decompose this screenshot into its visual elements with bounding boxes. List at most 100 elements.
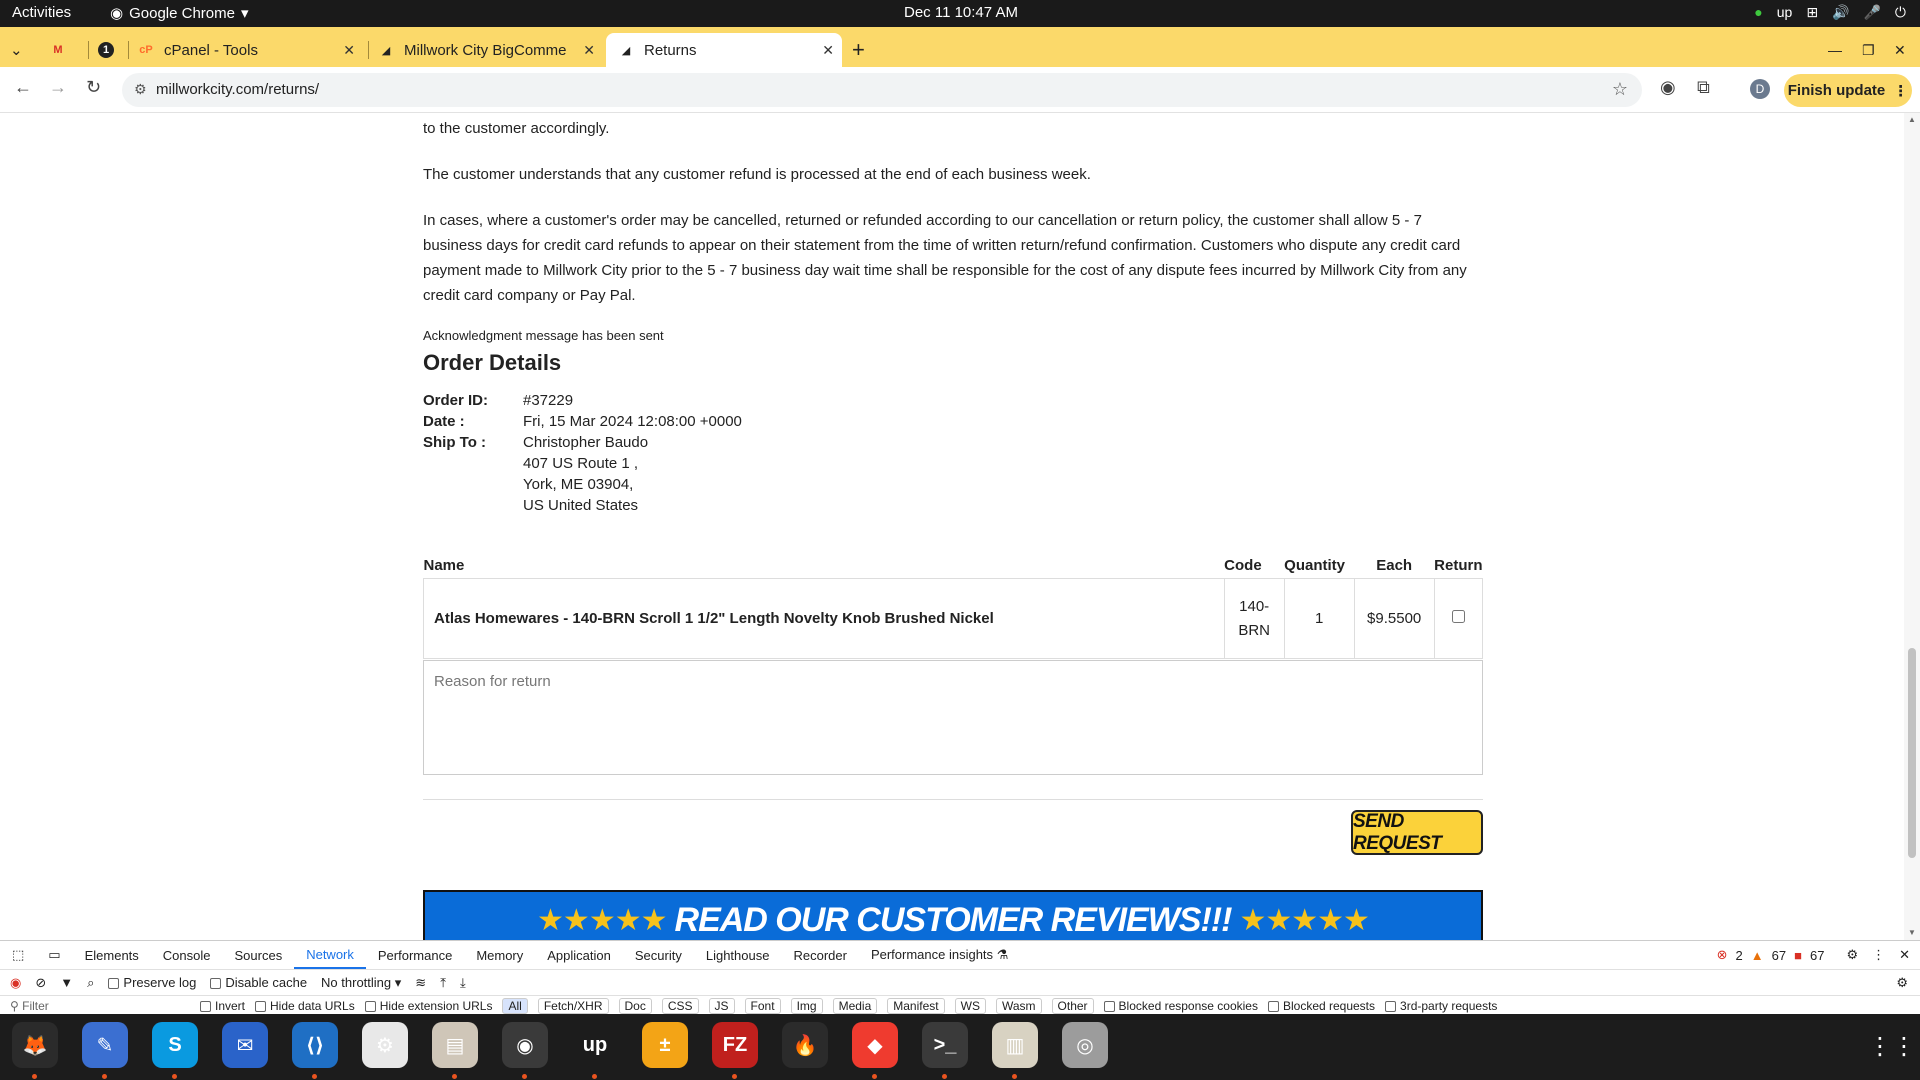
devtools-tab-network[interactable]: Network [294,941,366,969]
devtools-tab-performance[interactable]: Performance [366,941,464,969]
scroll-thumb[interactable] [1908,648,1916,858]
close-icon[interactable]: ✕ [822,42,834,59]
invert-checkbox[interactable]: Invert [200,999,245,1013]
devtools-menu-icon[interactable]: ⋮ [1872,947,1885,963]
devtools-tab-recorder[interactable]: Recorder [781,941,858,969]
inspect-element-icon[interactable]: ⬚ [0,941,36,969]
back-button[interactable]: ← [14,77,32,98]
record-icon[interactable]: ◉ [10,975,21,991]
chip-fetch-xhr[interactable]: Fetch/XHR [537,997,609,1014]
preserve-log-checkbox[interactable]: Preserve log [108,975,196,990]
chip-img[interactable]: Img [790,997,823,1014]
close-icon[interactable]: ✕ [579,41,595,59]
scroll-down-icon[interactable]: ▼ [1908,928,1916,937]
filter-funnel-icon[interactable]: ▼ [60,975,73,990]
devtools-tab-memory[interactable]: Memory [464,941,535,969]
site-info-icon[interactable]: ⚙ [134,81,147,98]
reload-button[interactable]: ↻ [86,77,101,98]
restore-button[interactable]: ❐ [1862,33,1875,67]
skype-icon[interactable]: S [152,1022,198,1068]
profile-avatar[interactable]: D [1750,79,1770,99]
devtools-tab-sources[interactable]: Sources [223,941,295,969]
blocked-requests-checkbox[interactable]: Blocked requests [1267,999,1375,1013]
chip-manifest[interactable]: Manifest [887,997,945,1014]
devtools-status[interactable]: ⊗ 2 ▲ 67 ■ 67 ⚙ ⋮ ✕ [1717,947,1920,963]
clear-icon[interactable]: ⊘ [35,975,46,991]
hide-extension-urls-checkbox[interactable]: Hide extension URLs [364,999,492,1013]
devtools-close-icon[interactable]: ✕ [1899,947,1910,963]
reason-for-return-textarea[interactable]: Reason for return [423,660,1483,775]
upwork-icon[interactable]: up [572,1022,618,1068]
disk-icon[interactable]: ◎ [1062,1022,1108,1068]
third-party-checkbox[interactable]: 3rd-party requests [1385,999,1497,1013]
customer-reviews-banner[interactable]: ★★★★★ READ OUR CUSTOMER REVIEWS!!! ★★★★★ [423,890,1483,940]
network-conditions-icon[interactable]: ≋ [415,975,426,991]
extension-colorful-icon[interactable]: ◉ [1660,77,1676,98]
tab-bigcommerce[interactable]: ◢ Millwork City BigComme ✕ [378,33,603,67]
burner-icon[interactable]: 🔥 [782,1022,828,1068]
devtools-tab-console[interactable]: Console [151,941,223,969]
text-editor-icon[interactable]: ✎ [82,1022,128,1068]
files-icon[interactable]: ▤ [432,1022,478,1068]
terminal-icon[interactable]: >_ [922,1022,968,1068]
blocked-cookies-checkbox[interactable]: Blocked response cookies [1103,999,1258,1013]
calculator-icon[interactable]: ± [642,1022,688,1068]
chrome-icon[interactable]: ◉ [502,1022,548,1068]
tab-search-button[interactable]: ⌄ [10,33,36,67]
vscode-icon[interactable]: ⟨⟩ [292,1022,338,1068]
clock[interactable]: Dec 11 10:47 AM [904,4,1018,21]
thunderbird-icon[interactable]: ✉ [222,1022,268,1068]
running-indicator [872,1074,877,1079]
filter-input[interactable]: ⚲ Filter [10,999,190,1013]
devtools-tab-performance-insights[interactable]: Performance insights ⚗ [859,941,1020,969]
tab-cpanel[interactable]: cP cPanel - Tools ✕ [138,33,363,67]
disable-cache-checkbox[interactable]: Disable cache [210,975,307,990]
devtools-tab-application[interactable]: Application [535,941,623,969]
forward-button[interactable]: → [49,77,67,98]
return-checkbox[interactable] [1451,610,1465,623]
anydesk-icon[interactable]: ◆ [852,1022,898,1068]
chip-doc[interactable]: Doc [618,997,652,1014]
activities-button[interactable]: Activities [12,4,71,21]
show-apps-grid-icon[interactable]: ⋮⋮⋮ [1868,1032,1920,1061]
devtools-tab-lighthouse[interactable]: Lighthouse [694,941,782,969]
close-icon[interactable]: ✕ [343,42,355,59]
hide-data-urls-checkbox[interactable]: Hide data URLs [255,999,355,1013]
send-request-button[interactable]: SEND REQUEST [1351,810,1483,855]
filezilla-icon[interactable]: FZ [712,1022,758,1068]
system-tray[interactable]: ● up ⊞ 🔊 🎤 ⏻ [1754,4,1906,21]
firefox-icon[interactable]: 🦊 [12,1022,58,1068]
chip-other[interactable]: Other [1051,997,1094,1014]
search-icon[interactable]: ⌕ [87,975,94,991]
export-har-icon[interactable]: ⤓ [460,975,466,991]
chip-js[interactable]: JS [708,997,735,1014]
throttling-select[interactable]: No throttling ▾ [321,975,401,991]
bookmark-star-icon[interactable]: ☆ [1612,79,1628,100]
tab-returns[interactable]: ◢ Returns ✕ [606,33,842,67]
close-window-button[interactable]: ✕ [1894,33,1906,67]
scroll-up-icon[interactable]: ▲ [1908,115,1916,124]
chip-all[interactable]: All [502,997,528,1014]
archive-icon[interactable]: ▥ [992,1022,1038,1068]
device-toolbar-icon[interactable]: ▭ [36,941,72,969]
devtools-settings-icon[interactable]: ⚙ [1846,947,1858,963]
devtools-tab-security[interactable]: Security [623,941,694,969]
chip-wasm[interactable]: Wasm [995,997,1042,1014]
minimize-button[interactable]: — [1828,33,1842,67]
tab-notification[interactable]: 1 [98,33,128,67]
chip-font[interactable]: Font [744,997,781,1014]
network-settings-icon[interactable]: ⚙ [1896,975,1920,991]
chip-media[interactable]: Media [832,997,878,1014]
settings-icon[interactable]: ⚙ [362,1022,408,1068]
finish-update-button[interactable]: Finish update ⋮ [1784,74,1912,107]
address-bar[interactable]: ⚙ millworkcity.com/returns/ ☆ [122,73,1642,107]
app-menu[interactable]: ◉ Google Chrome ▾ [110,4,249,23]
import-har-icon[interactable]: ⤒ [440,975,446,991]
tab-gmail[interactable]: M [50,33,90,67]
page-scrollbar[interactable]: ▲ ▼ [1904,113,1920,940]
new-tab-button[interactable]: + [852,33,865,67]
chip-css[interactable]: CSS [661,997,699,1014]
extensions-puzzle-icon[interactable]: ⧉ [1697,77,1710,98]
chip-ws[interactable]: WS [954,997,986,1014]
devtools-tab-elements[interactable]: Elements [73,941,151,969]
